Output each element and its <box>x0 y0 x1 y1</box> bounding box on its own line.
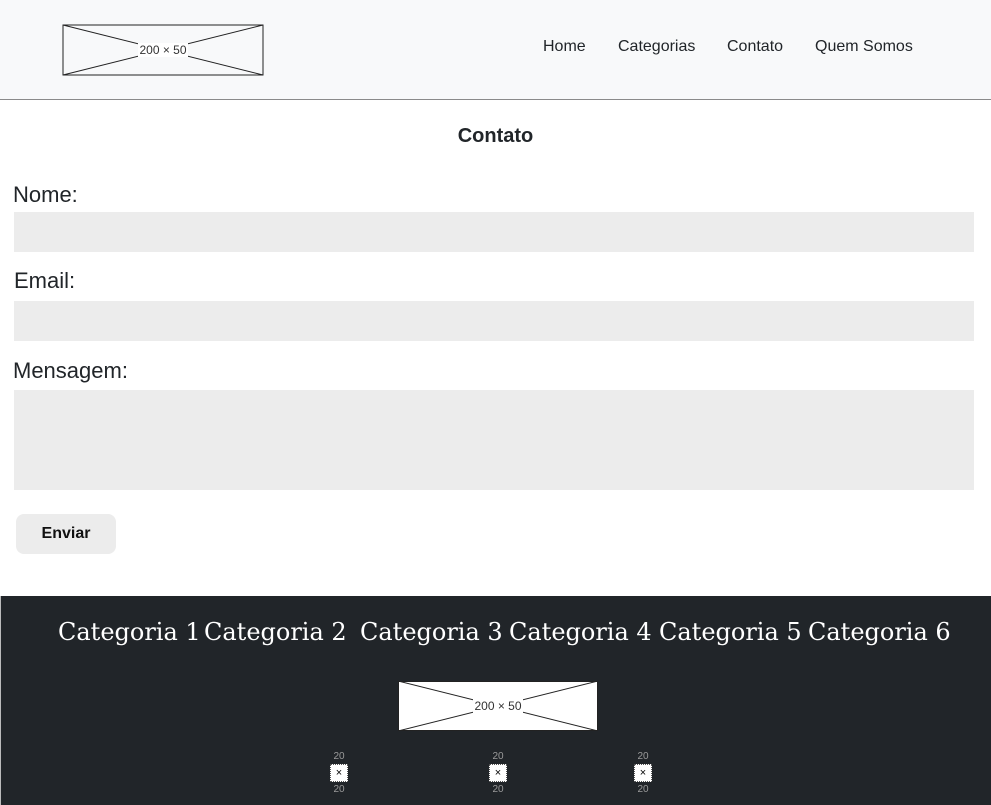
name-label: Nome: <box>13 182 78 207</box>
footer-category-4[interactable]: Categoria 4 <box>509 618 652 646</box>
social-icon-caption-top: 20 <box>637 751 649 762</box>
social-icon-caption-bottom: 20 <box>492 784 504 795</box>
email-input[interactable] <box>14 301 974 341</box>
footer-category-2[interactable]: Categoria 2 <box>204 618 347 646</box>
header-logo-placeholder[interactable]: 200 × 50 <box>62 24 264 76</box>
footer-category-3[interactable]: Categoria 3 <box>360 618 503 646</box>
email-label: Email: <box>14 268 76 293</box>
nav-link-home[interactable]: Home <box>543 38 586 56</box>
social-icon-caption-bottom: 20 <box>637 784 649 795</box>
submit-button[interactable]: Enviar <box>16 514 116 554</box>
social-icon-2[interactable]: 20 × 20 <box>483 752 513 796</box>
social-icon-3[interactable]: 20 × 20 <box>628 752 658 796</box>
footer-category-5[interactable]: Categoria 5 <box>659 618 802 646</box>
footer-logo-placeholder[interactable]: 200 × 50 <box>398 681 598 731</box>
broken-image-icon: × <box>330 764 348 782</box>
name-input[interactable] <box>14 212 974 252</box>
nav-link-categorias[interactable]: Categorias <box>618 38 695 56</box>
message-textarea[interactable] <box>14 390 974 490</box>
footer-category-1[interactable]: Categoria 1 <box>58 618 201 646</box>
navbar: 200 × 50 Home Categorias Contato Quem So… <box>0 0 991 100</box>
footer-logo-placeholder-text: 200 × 50 <box>473 699 523 713</box>
logo-placeholder-text: 200 × 50 <box>138 43 188 57</box>
social-icon-1[interactable]: 20 × 20 <box>324 752 354 796</box>
nav-link-quem-somos[interactable]: Quem Somos <box>815 38 913 56</box>
social-icon-caption-bottom: 20 <box>333 784 345 795</box>
footer-category-6[interactable]: Categoria 6 <box>808 618 951 646</box>
page-title: Contato <box>457 125 534 147</box>
broken-image-icon: × <box>634 764 652 782</box>
broken-image-icon: × <box>489 764 507 782</box>
message-label: Mensagem: <box>13 358 128 383</box>
nav-link-contato[interactable]: Contato <box>727 38 783 56</box>
footer: Categoria 1 Categoria 2 Categoria 3 Cate… <box>0 596 991 805</box>
social-icon-caption-top: 20 <box>492 751 504 762</box>
social-icon-caption-top: 20 <box>333 751 345 762</box>
